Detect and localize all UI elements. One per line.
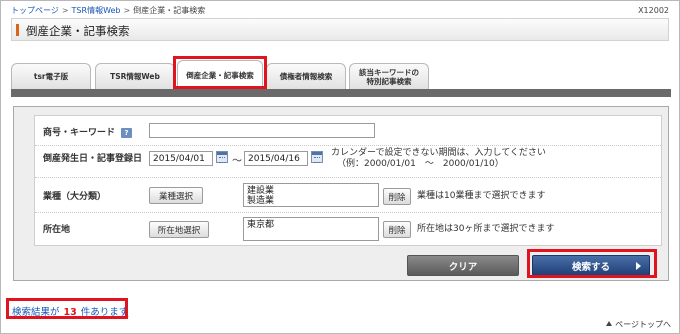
location-note: 所在地は30ヶ所まで選択できます [417,224,555,234]
breadcrumb-separator: > [123,6,131,15]
tab-creditor-search[interactable]: 債権者情報検索 [266,63,346,89]
date-label: 倒産発生日・記事登録日 [43,154,143,164]
tab-highlight-box [173,56,267,89]
keyword-input[interactable] [149,123,375,138]
location-select-button[interactable]: 所在地選択 [149,221,209,238]
breadcrumb-top[interactable]: トップページ [11,6,59,15]
calendar-icon[interactable] [216,151,228,163]
title-bar: 倒産企業・記事検索 [11,18,669,41]
industry-delete-button[interactable]: 削除 [383,188,411,205]
search-form-fields: 商号・キーワード? 倒産発生日・記事登録日 〜 カレンダーで設定できない期間は、… [34,115,662,246]
keyword-label-text: 商号・キーワード [43,128,116,138]
date-note-line2: （例：2000/01/01 ～ 2000/01/10） [337,159,504,169]
title-accent [16,24,19,36]
tab-label: tsr電子版 [33,72,69,81]
tab-label: 債権者情報検索 [279,72,333,81]
date-row: 倒産発生日・記事登録日 〜 カレンダーで設定できない期間は、入力してください （… [35,146,661,178]
location-selected-list[interactable]: 東京都 [243,217,379,241]
date-to-input[interactable] [244,151,308,166]
breadcrumb: トップページ > TSR情報Web > 倒産企業・記事検索 [11,5,205,16]
keyword-row: 商号・キーワード? [35,116,661,146]
clear-button[interactable]: クリア [407,255,519,276]
breadcrumb-current: 倒産企業・記事検索 [133,6,206,15]
tab-special-article-search[interactable]: 該当キーワードの 特別記事検索 [349,63,429,89]
industry-note: 業種は10業種まで選択できます [417,191,546,201]
page-frame: トップページ > TSR情報Web > 倒産企業・記事検索 X12002 倒産企業・記事… [0,0,680,334]
tab-tsr-denshiban[interactable]: tsr電子版 [11,63,91,89]
tab-label-line2: 特別記事検索 [366,76,412,86]
tab-bar-line [11,89,671,97]
tab-label: TSR情報Web [110,72,160,81]
date-note-line1: カレンダーで設定できない期間は、入力してください [331,148,546,158]
location-row: 所在地 所在地選択 東京都 削除 所在地は30ヶ所まで選択できます [35,213,661,246]
calendar-icon[interactable] [311,151,323,163]
keyword-label: 商号・キーワード? [43,125,133,138]
industry-selected-list[interactable]: 建設業 製造業 [243,183,379,207]
help-icon[interactable]: ? [121,127,133,138]
breadcrumb-separator: > [61,6,69,15]
date-from-input[interactable] [149,151,213,166]
result-highlight-box [6,298,128,319]
tab-tsr-web[interactable]: TSR情報Web [95,63,175,89]
triangle-up-icon [606,321,613,326]
location-label: 所在地 [43,225,71,235]
breadcrumb-tsr[interactable]: TSR情報Web [72,6,121,15]
search-button-highlight-box [527,249,657,278]
industry-row: 業種（大分類） 業種選択 建設業 製造業 削除 業種は10業種まで選択できます [35,178,661,213]
industry-label: 業種（大分類） [43,192,107,202]
tab-label-line1: 該当キーワードの [359,67,419,77]
page-top-link[interactable]: ページトップへ [606,319,671,330]
date-range-separator: 〜 [232,156,242,167]
page-title: 倒産企業・記事検索 [26,24,130,38]
industry-select-button[interactable]: 業種選択 [149,187,203,204]
page-code: X12002 [638,6,669,15]
page-top-label: ページトップへ [615,320,671,329]
location-delete-button[interactable]: 削除 [383,221,411,238]
